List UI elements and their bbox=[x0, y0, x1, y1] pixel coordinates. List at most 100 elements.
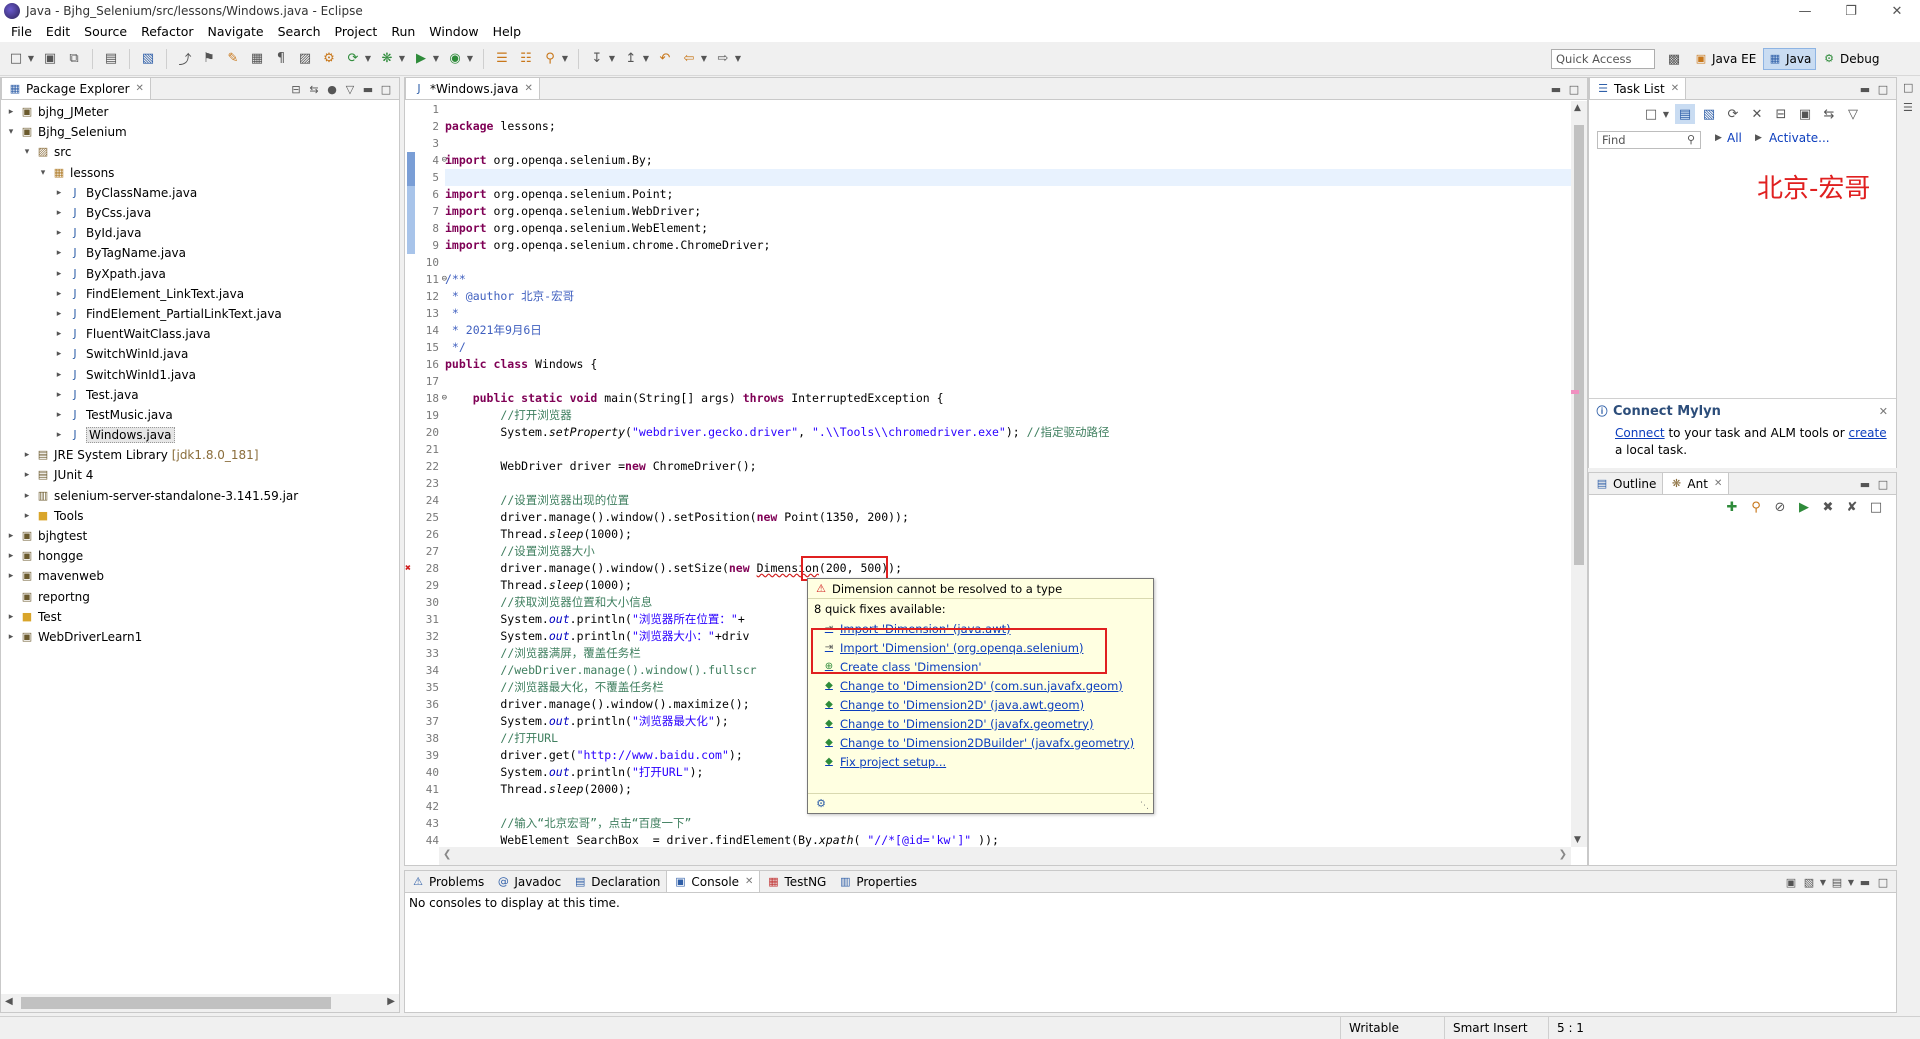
highlight-icon[interactable]: ✎ bbox=[223, 49, 243, 69]
view-menu-icon[interactable]: ▽ bbox=[341, 83, 359, 96]
collapse-all-icon[interactable]: ⊟ bbox=[1771, 104, 1791, 124]
toggle-breadcrumb-icon[interactable]: ⤴ bbox=[175, 49, 195, 69]
code-line[interactable] bbox=[445, 169, 1571, 186]
save-all-icon[interactable]: ⧉ bbox=[64, 49, 84, 69]
minimize-icon[interactable]: ▬ bbox=[359, 83, 377, 96]
print-icon[interactable]: ▤ bbox=[101, 49, 121, 69]
search-icon[interactable]: ⚲ bbox=[540, 49, 560, 69]
remove-icon[interactable]: ✖ bbox=[1818, 497, 1838, 517]
error-token[interactable]: Dimension bbox=[757, 561, 819, 575]
minimize-icon[interactable]: ▬ bbox=[1856, 478, 1874, 491]
terminal-icon[interactable]: ▧ bbox=[138, 49, 158, 69]
collapsed-arrow-icon[interactable]: ▸ bbox=[53, 228, 65, 238]
tab-testng[interactable]: ▦ TestNG bbox=[760, 871, 832, 892]
code-line[interactable] bbox=[445, 101, 1571, 118]
perspective-java[interactable]: ▦ Java bbox=[1763, 48, 1817, 70]
tree-item[interactable]: ▸ J SwitchWinId.java bbox=[1, 344, 331, 364]
tree-item[interactable]: ▸ ■ Tools bbox=[1, 506, 331, 526]
tree-item[interactable]: ▸ J Windows.java bbox=[1, 425, 331, 445]
collapsed-arrow-icon[interactable]: ▸ bbox=[5, 107, 17, 117]
quick-fix-item[interactable]: ⇥ Import 'Dimension' (java.awt) bbox=[808, 619, 1153, 638]
editor-vscrollbar[interactable]: ▲ ▼ bbox=[1571, 101, 1587, 847]
run-external-icon[interactable]: ◉ bbox=[445, 49, 465, 69]
external-dropdown-icon[interactable]: ▼ bbox=[466, 49, 474, 69]
code-line[interactable]: //设置浏览器出现的位置 bbox=[445, 492, 1571, 509]
link-with-editor-icon[interactable]: ⇆ bbox=[305, 83, 323, 96]
collapsed-arrow-icon[interactable]: ▸ bbox=[53, 309, 65, 319]
open-task-icon[interactable]: ☷ bbox=[516, 49, 536, 69]
tab-ant[interactable]: ❋ Ant ✕ bbox=[1662, 473, 1730, 494]
maximize-icon[interactable]: □ bbox=[1874, 83, 1892, 96]
collapsed-arrow-icon[interactable]: ▸ bbox=[5, 551, 17, 561]
code-line[interactable]: * bbox=[445, 305, 1571, 322]
code-line[interactable] bbox=[445, 373, 1571, 390]
remove-all-icon[interactable]: ✘ bbox=[1842, 497, 1862, 517]
tree-item[interactable]: ▾ ▨ src bbox=[1, 142, 331, 162]
collapsed-arrow-icon[interactable]: ▸ bbox=[53, 370, 65, 380]
skip-breakpoints-icon[interactable]: ⚙ bbox=[319, 49, 339, 69]
code-line[interactable]: import org.openqa.selenium.By; bbox=[445, 152, 1571, 169]
quick-fix-item[interactable]: ◆ Change to 'Dimension2D' (com.sun.javafx… bbox=[808, 676, 1153, 695]
tree-item[interactable]: ▸ ▣ bjhg_JMeter bbox=[1, 102, 331, 122]
code-line[interactable]: import org.openqa.selenium.chrome.Chrome… bbox=[445, 237, 1571, 254]
tree-item[interactable]: ▸ J SwitchWinId1.java bbox=[1, 364, 331, 384]
collapsed-arrow-icon[interactable]: ▸ bbox=[53, 329, 65, 339]
display-console-icon[interactable]: ▧ bbox=[1800, 876, 1818, 889]
error-overview-marker[interactable] bbox=[1571, 390, 1579, 394]
code-line[interactable]: /** bbox=[445, 271, 1571, 288]
new-task-icon[interactable]: □ bbox=[1641, 104, 1661, 124]
quick-fix-item[interactable]: ◆ Fix project setup... bbox=[808, 752, 1153, 771]
quick-fix-item[interactable]: ◆ Change to 'Dimension2D' (javafx.geometr… bbox=[808, 714, 1153, 733]
code-line[interactable]: Thread.sleep(1000); bbox=[445, 526, 1571, 543]
collapse-all-icon[interactable]: ⊟ bbox=[287, 83, 305, 96]
minimize-icon[interactable]: ▬ bbox=[1856, 876, 1874, 889]
focus-on-workweek-icon[interactable]: ▣ bbox=[1795, 104, 1815, 124]
pin-console-icon[interactable]: ▣ bbox=[1782, 876, 1800, 889]
menu-navigate[interactable]: Navigate bbox=[201, 22, 271, 42]
close-icon[interactable]: ✕ bbox=[525, 83, 533, 94]
categorized-icon[interactable]: ▤ bbox=[1675, 104, 1695, 124]
run-dropdown-icon[interactable]: ▼ bbox=[432, 49, 440, 69]
tree-item[interactable]: ▸ J FindElement_LinkText.java bbox=[1, 284, 331, 304]
close-icon[interactable]: ✕ bbox=[745, 876, 753, 887]
tree-hscrollbar[interactable]: ◀ ▶ bbox=[1, 994, 399, 1012]
configure-problem-icon[interactable]: ⚙ bbox=[814, 797, 828, 811]
tree-item[interactable]: ▸ ▣ WebDriverLearn1 bbox=[1, 627, 331, 647]
code-line[interactable] bbox=[445, 475, 1571, 492]
tab-problems[interactable]: ⚠ Problems bbox=[405, 871, 490, 892]
scroll-down-icon[interactable]: ▼ bbox=[1574, 835, 1581, 845]
tree-item[interactable]: ▾ ▦ lessons bbox=[1, 163, 331, 183]
tree-item[interactable]: ▸ ▥ selenium-server-standalone-3.141.59.ja… bbox=[1, 486, 331, 506]
collapsed-arrow-icon[interactable]: ▸ bbox=[53, 410, 65, 420]
tree-item[interactable]: ▸ J ByXpath.java bbox=[1, 264, 331, 284]
open-perspective-icon[interactable]: ▩ bbox=[1664, 49, 1684, 69]
new-task-dropdown-icon[interactable]: ▼ bbox=[1662, 104, 1670, 124]
tab-package-explorer[interactable]: ▦ Package Explorer ✕ bbox=[1, 78, 151, 99]
scroll-left-icon[interactable]: ◀ bbox=[5, 996, 13, 1007]
code-line[interactable]: driver.manage().window().setPosition(new… bbox=[445, 509, 1571, 526]
code-line[interactable]: System.setProperty("webdriver.gecko.driv… bbox=[445, 424, 1571, 441]
menu-run[interactable]: Run bbox=[384, 22, 422, 42]
collapsed-arrow-icon[interactable]: ▸ bbox=[53, 349, 65, 359]
forward-icon[interactable]: ⇨ bbox=[713, 49, 733, 69]
code-line[interactable]: //输入“北京宏哥”，点击“百度一下” bbox=[445, 815, 1571, 832]
debug-icon[interactable]: ❋ bbox=[377, 49, 397, 69]
tree-item[interactable]: ▸ J ByTagName.java bbox=[1, 243, 331, 263]
perspective-debug[interactable]: ⚙ Debug bbox=[1818, 48, 1883, 70]
scroll-thumb[interactable] bbox=[21, 997, 331, 1009]
view-menu-icon[interactable]: ▽ bbox=[1843, 104, 1863, 124]
code-line[interactable]: import org.openqa.selenium.WebElement; bbox=[445, 220, 1571, 237]
menu-source[interactable]: Source bbox=[77, 22, 134, 42]
task-find-input[interactable]: Find bbox=[1597, 131, 1701, 149]
forward-dropdown-icon[interactable]: ▼ bbox=[734, 49, 742, 69]
code-line[interactable]: //设置浏览器大小 bbox=[445, 543, 1571, 560]
collapsed-arrow-icon[interactable]: ▸ bbox=[21, 491, 33, 501]
collapsed-arrow-icon[interactable]: ▸ bbox=[53, 289, 65, 299]
minimize-icon[interactable]: ▬ bbox=[1856, 83, 1874, 96]
sync-icon[interactable]: ⟳ bbox=[1723, 104, 1743, 124]
scroll-left-icon[interactable]: ❮ bbox=[443, 849, 451, 860]
tree-item[interactable]: ▸ ▤ JUnit 4 bbox=[1, 465, 331, 485]
maximize-icon[interactable]: □ bbox=[1565, 83, 1583, 96]
menu-project[interactable]: Project bbox=[328, 22, 385, 42]
scroll-thumb[interactable] bbox=[1574, 125, 1584, 565]
